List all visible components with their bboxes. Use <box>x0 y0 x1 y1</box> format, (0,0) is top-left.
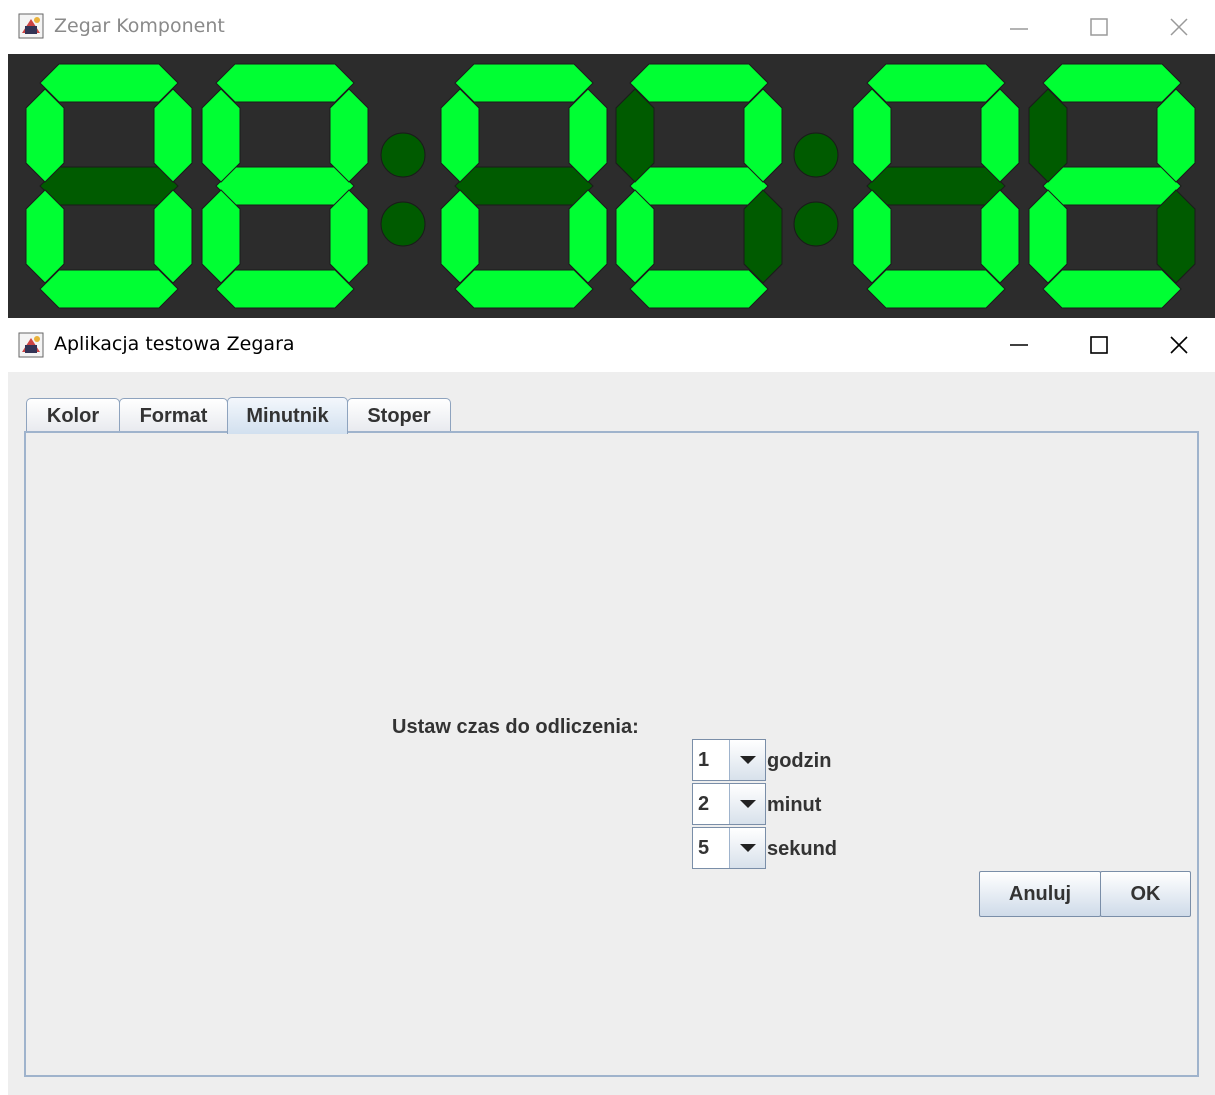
close-button[interactable] <box>1161 9 1197 45</box>
digit-3-segment-f <box>440 88 480 183</box>
digit-2-segment-d <box>215 269 355 309</box>
hours-unit-label: godzin <box>767 750 832 772</box>
hours-dropdown-button[interactable] <box>729 740 765 780</box>
minutes-dropdown-button[interactable] <box>729 784 765 824</box>
minimize-button[interactable] <box>1001 327 1037 363</box>
digit-2-segment-f <box>201 88 241 183</box>
digit-2-segment-c <box>329 189 369 284</box>
maximize-icon <box>1090 336 1108 354</box>
clock-window-titlebar: Zegar Komponent <box>0 0 1215 54</box>
digit-1-segment-b <box>153 88 193 183</box>
seven-segment-clock-display <box>8 54 1215 318</box>
colon-dot <box>380 201 426 247</box>
digit-3-segment-e <box>440 189 480 284</box>
digit-3-segment-g <box>454 166 594 206</box>
digit-3-segment-b <box>568 88 608 183</box>
colon-dot <box>380 132 426 178</box>
seconds-unit-label: sekund <box>767 838 838 860</box>
java-app-icon <box>18 332 44 358</box>
colon-dot <box>793 201 839 247</box>
digit-4-segment-c <box>743 189 783 284</box>
digit-4-segment-a <box>629 63 769 103</box>
minutes-combobox[interactable]: 2 <box>692 783 766 825</box>
minutnik-panel: Ustaw czas do odliczenia: 1 godzin 2 min… <box>24 431 1199 1077</box>
maximize-button[interactable] <box>1081 9 1117 45</box>
clock-window-title: Zegar Komponent <box>54 15 225 37</box>
digit-5-segment-d <box>866 269 1006 309</box>
java-app-icon <box>18 13 44 39</box>
minimize-icon <box>1010 344 1028 346</box>
digit-3-segment-d <box>454 269 594 309</box>
hours-value: 1 <box>693 740 730 780</box>
digit-5-segment-g <box>866 166 1006 206</box>
chevron-down-icon <box>739 844 756 852</box>
digit-6-segment-b <box>1156 88 1196 183</box>
digit-1-segment-a <box>39 63 179 103</box>
maximize-icon <box>1090 18 1108 36</box>
digit-1-segment-f <box>25 88 65 183</box>
minutes-unit-label: minut <box>767 794 822 816</box>
digit-2-segment-b <box>329 88 369 183</box>
digit-4-segment-b <box>743 88 783 183</box>
digit-2-segment-e <box>201 189 241 284</box>
digit-4-segment-g <box>629 166 769 206</box>
minutes-value: 2 <box>693 784 730 824</box>
chevron-down-icon <box>739 800 756 808</box>
digit-5-segment-c <box>980 189 1020 284</box>
digit-5-segment-e <box>852 189 892 284</box>
tab-format[interactable]: Format <box>119 398 228 433</box>
countdown-prompt-label: Ustaw czas do odliczenia: <box>392 716 639 738</box>
digit-6-segment-f <box>1028 88 1068 183</box>
chevron-down-icon <box>739 756 756 764</box>
digit-4-segment-e <box>615 189 655 284</box>
digit-1-segment-g <box>39 166 179 206</box>
tab-stoper[interactable]: Stoper <box>347 398 451 433</box>
digit-5-segment-b <box>980 88 1020 183</box>
seconds-dropdown-button[interactable] <box>729 828 765 868</box>
digit-6-segment-c <box>1156 189 1196 284</box>
digit-3-segment-a <box>454 63 594 103</box>
hours-combobox[interactable]: 1 <box>692 739 766 781</box>
app-window-content: Kolor Format Minutnik Stoper Ustaw czas … <box>8 372 1215 1095</box>
tab-kolor[interactable]: Kolor <box>26 398 120 433</box>
app-window-title: Aplikacja testowa Zegara <box>54 333 295 355</box>
minimize-button[interactable] <box>1001 9 1037 45</box>
digit-6-segment-g <box>1042 166 1182 206</box>
digit-5-segment-f <box>852 88 892 183</box>
digit-4-segment-d <box>629 269 769 309</box>
seconds-value: 5 <box>693 828 730 868</box>
close-icon <box>1170 336 1188 354</box>
digit-1-segment-d <box>39 269 179 309</box>
digit-3-segment-c <box>568 189 608 284</box>
maximize-button[interactable] <box>1081 327 1117 363</box>
tab-minutnik[interactable]: Minutnik <box>227 397 348 434</box>
digit-5-segment-a <box>866 63 1006 103</box>
digit-2-segment-g <box>215 166 355 206</box>
cancel-button[interactable]: Anuluj <box>979 871 1101 917</box>
seconds-combobox[interactable]: 5 <box>692 827 766 869</box>
ok-button[interactable]: OK <box>1100 871 1191 917</box>
close-button[interactable] <box>1161 327 1197 363</box>
digit-6-segment-a <box>1042 63 1182 103</box>
digit-1-segment-e <box>25 189 65 284</box>
clock-svg <box>25 63 1196 309</box>
digit-1-segment-c <box>153 189 193 284</box>
digit-2-segment-a <box>215 63 355 103</box>
close-icon <box>1170 18 1188 36</box>
minimize-icon <box>1010 28 1028 30</box>
digit-6-segment-d <box>1042 269 1182 309</box>
digit-4-segment-f <box>615 88 655 183</box>
app-window-titlebar: Aplikacja testowa Zegara <box>0 318 1215 372</box>
digit-6-segment-e <box>1028 189 1068 284</box>
colon-dot <box>793 132 839 178</box>
